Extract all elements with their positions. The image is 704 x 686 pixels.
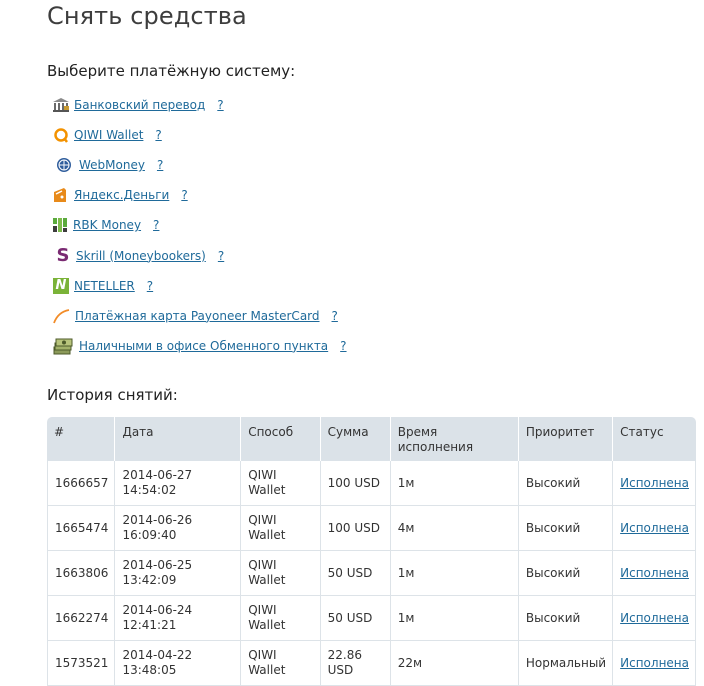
payment-method-webmoney-help[interactable]: ? [157,158,163,172]
cell-status: Исполнена [613,461,696,506]
payment-method-rbk-help[interactable]: ? [153,218,159,232]
payment-method-webmoney: WebMoney ? [52,150,347,180]
cell-amount: 22.86 USD [320,641,391,686]
cell-status: Исполнена [613,506,696,551]
payment-method-yandex-link[interactable]: Яндекс.Деньги [74,188,169,202]
table-row: 1662274 2014-06-24 12:41:21 QIWI Wallet 5… [47,596,696,641]
cash-icon [52,335,74,357]
table-header-row: # Дата Способ Сумма Время исполнения При… [47,417,696,461]
status-link[interactable]: Исполнена [620,611,689,625]
bank-icon [52,96,70,114]
payment-method-cash-link[interactable]: Наличными в офисе Обменного пункта [79,339,328,353]
payment-method-neteller: N NETELLER ? [52,271,347,301]
skrill-icon: S [56,244,70,266]
cell-id: 1573521 [47,641,116,686]
table-row: 1663806 2014-06-25 13:42:09 QIWI Wallet 5… [47,551,696,596]
payoneer-icon [52,307,70,325]
status-link[interactable]: Исполнена [620,566,689,580]
cell-method: QIWI Wallet [241,641,321,686]
cell-exec-time: 22м [390,641,519,686]
payment-method-webmoney-link[interactable]: WebMoney [79,158,145,172]
payment-method-neteller-link[interactable]: NETELLER [74,279,135,293]
payment-method-yandex: Яндекс.Деньги ? [52,180,347,210]
cell-priority: Высокий [518,461,614,506]
column-header-priority: Приоритет [518,417,614,461]
column-header-status: Статус [613,417,696,461]
cell-method: QIWI Wallet [241,596,321,641]
payment-method-yandex-help[interactable]: ? [181,188,187,202]
cell-priority: Высокий [518,506,614,551]
cell-exec-time: 1м [390,551,519,596]
status-link[interactable]: Исполнена [620,656,689,670]
payment-method-skrill-link[interactable]: Skrill (Moneybookers) [76,249,206,263]
cell-date: 2014-06-26 16:09:40 [115,506,242,551]
neteller-icon: N [53,277,69,294]
cell-date: 2014-04-22 13:48:05 [115,641,242,686]
table-row: 1573521 2014-04-22 13:48:05 QIWI Wallet 2… [47,641,696,686]
rbk-money-icon [52,216,68,234]
column-header-amount: Сумма [320,417,391,461]
payment-method-payoneer-help[interactable]: ? [332,309,338,323]
withdrawal-history-table: # Дата Способ Сумма Время исполнения При… [47,417,696,686]
payment-method-rbk-link[interactable]: RBK Money [73,218,141,232]
cell-priority: Высокий [518,551,614,596]
payment-method-payoneer-link[interactable]: Платёжная карта Payoneer MasterCard [75,309,320,323]
payment-method-skrill-help[interactable]: ? [218,249,224,263]
cell-amount: 50 USD [320,551,391,596]
payment-method-bank-link[interactable]: Банковский перевод [74,98,205,112]
qiwi-icon [52,126,70,144]
status-link[interactable]: Исполнена [620,521,689,535]
column-header-id: # [47,417,116,461]
payment-methods-list: Банковский перевод ? QIWI Wallet ? WebMo… [52,90,347,361]
cell-amount: 50 USD [320,596,391,641]
column-header-exec-time: Время исполнения [390,417,519,461]
payment-method-neteller-help[interactable]: ? [147,279,153,293]
cell-status: Исполнена [613,551,696,596]
cell-priority: Нормальный [518,641,614,686]
table-row: 1665474 2014-06-26 16:09:40 QIWI Wallet 1… [47,506,696,551]
cell-exec-time: 1м [390,461,519,506]
cell-method: QIWI Wallet [241,551,321,596]
cell-amount: 100 USD [320,506,391,551]
payment-method-cash: Наличными в офисе Обменного пункта ? [52,331,347,361]
cell-status: Исполнена [613,641,696,686]
payment-system-heading: Выберите платёжную систему: [47,62,296,80]
cell-priority: Высокий [518,596,614,641]
cell-id: 1666657 [47,461,116,506]
cell-method: QIWI Wallet [241,461,321,506]
column-header-date: Дата [115,417,242,461]
cell-date: 2014-06-25 13:42:09 [115,551,242,596]
payment-method-qiwi: QIWI Wallet ? [52,120,347,150]
table-row: 1666657 2014-06-27 14:54:02 QIWI Wallet 1… [47,461,696,506]
status-link[interactable]: Исполнена [620,476,689,490]
cell-status: Исполнена [613,596,696,641]
yandex-money-icon [52,186,70,204]
cell-date: 2014-06-24 12:41:21 [115,596,242,641]
webmoney-icon [55,156,73,174]
payment-method-bank-help[interactable]: ? [217,98,223,112]
cell-amount: 100 USD [320,461,391,506]
cell-method: QIWI Wallet [241,506,321,551]
payment-method-qiwi-link[interactable]: QIWI Wallet [74,128,143,142]
page-title: Снять средства [47,2,247,30]
cell-id: 1663806 [47,551,116,596]
payment-method-skrill: S Skrill (Moneybookers) ? [52,240,347,270]
cell-date: 2014-06-27 14:54:02 [115,461,242,506]
payment-method-payoneer: Платёжная карта Payoneer MasterCard ? [52,301,347,331]
column-header-method: Способ [241,417,321,461]
cell-exec-time: 4м [390,506,519,551]
cell-id: 1662274 [47,596,116,641]
payment-method-qiwi-help[interactable]: ? [155,128,161,142]
payment-method-bank: Банковский перевод ? [52,90,347,120]
history-heading: История снятий: [47,386,178,404]
cell-exec-time: 1м [390,596,519,641]
payment-method-rbk: RBK Money ? [52,210,347,240]
cell-id: 1665474 [47,506,116,551]
payment-method-cash-help[interactable]: ? [340,339,346,353]
